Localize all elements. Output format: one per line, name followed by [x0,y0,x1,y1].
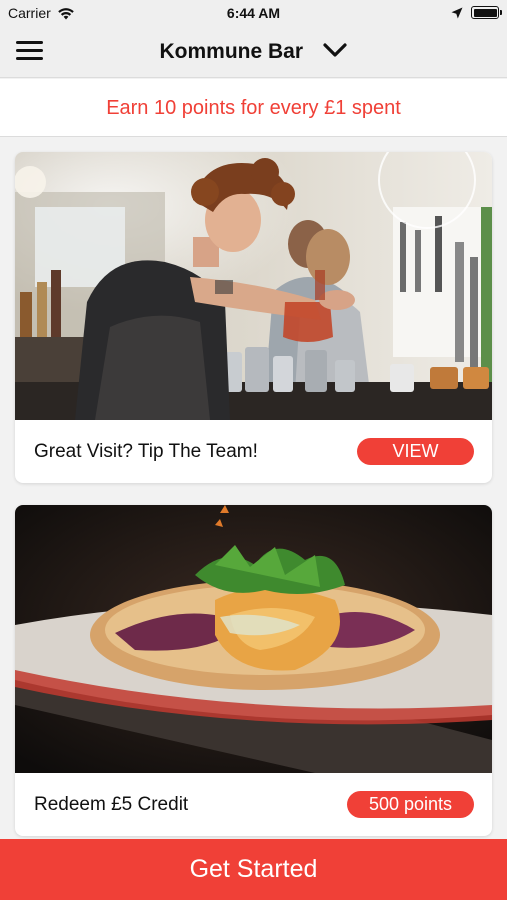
status-right [451,6,502,19]
chevron-down-icon[interactable] [323,43,348,58]
food-photo-illustration [15,505,492,773]
battery-fill [473,8,497,17]
status-time: 6:44 AM [226,5,281,21]
card-title: Great Visit? Tip The Team! [34,440,258,462]
food-photo [15,505,492,773]
bartender-photo [15,152,492,420]
view-button[interactable]: VIEW [357,438,474,465]
get-started-button[interactable]: Get Started [0,839,507,900]
nav-bar: Kommune Bar [0,28,507,78]
points-cost-button[interactable]: 500 points [347,791,474,818]
card-footer: Great Visit? Tip The Team! VIEW [15,420,492,483]
location-arrow-icon [451,7,463,18]
battery-icon [471,6,502,19]
page-title: Kommune Bar [159,40,304,63]
card-title: Redeem £5 Credit [34,793,189,815]
status-bar: Carrier 6:44 AM [0,0,507,28]
card-footer: Redeem £5 Credit 500 points [15,773,492,836]
redeem-credit-card[interactable]: Redeem £5 Credit 500 points [15,505,492,836]
bartender-photo-illustration [15,152,492,420]
points-promo-banner: Earn 10 points for every £1 spent [0,79,507,137]
venue-selector[interactable]: Kommune Bar [0,40,507,64]
tip-team-card[interactable]: Great Visit? Tip The Team! VIEW [15,152,492,483]
